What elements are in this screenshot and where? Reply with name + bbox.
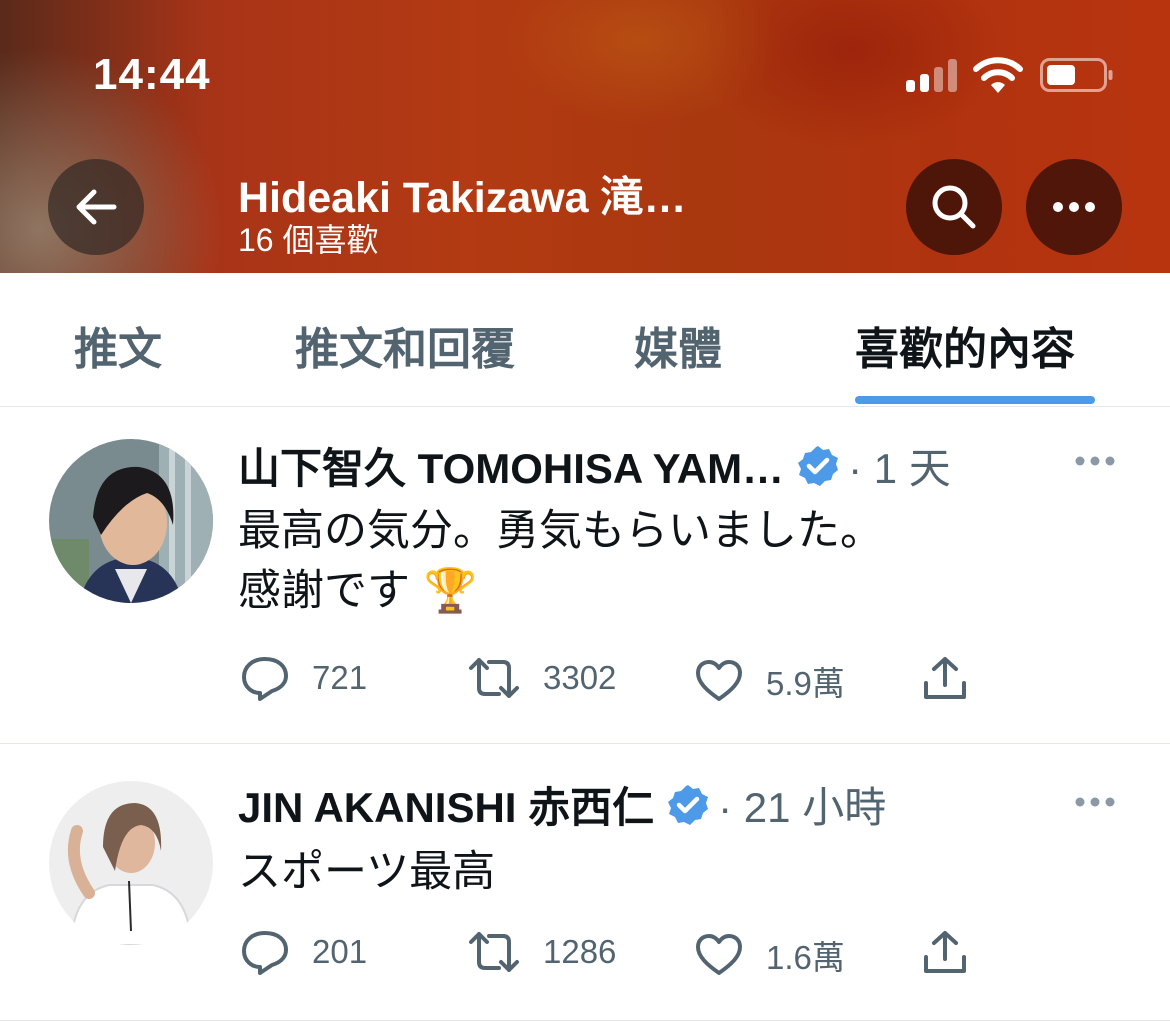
like-button[interactable]: 1.6萬 [694, 931, 845, 979]
status-time: 14:44 [93, 50, 211, 99]
share-button[interactable] [922, 929, 968, 975]
like-count: 1.6萬 [766, 939, 845, 976]
trophy-emoji: 🏆 [423, 566, 478, 616]
back-arrow-icon [76, 189, 117, 225]
cellular-signal-icon [906, 58, 958, 92]
retweet-icon [469, 658, 519, 698]
retweet-icon [469, 932, 519, 972]
author-name[interactable]: JIN AKANISHI 赤西仁 [238, 774, 654, 835]
reply-count: 721 [312, 659, 368, 696]
tab-tweets[interactable]: 推文 [74, 313, 162, 377]
retweet-count: 1286 [543, 933, 617, 970]
reply-count: 201 [312, 933, 368, 970]
tab-tweets-and-replies[interactable]: 推文和回覆 [295, 313, 515, 377]
retweet-count: 3302 [543, 659, 617, 696]
reply-button[interactable]: 201 [240, 929, 367, 975]
wifi-icon [973, 57, 1023, 93]
likes-count: 16 個喜歡 [238, 222, 379, 258]
tweet-time: · 21 小時 [718, 784, 887, 831]
verified-badge-icon [668, 784, 709, 825]
tweet-more-icon[interactable] [1074, 454, 1116, 468]
share-icon [924, 931, 966, 973]
author-name[interactable]: 山下智久 TOMOHISA YAM… [238, 435, 784, 496]
tweet-card[interactable]: JIN AKANISHI 赤西仁 · 21 小時 スポーツ最高 201 1286… [0, 744, 1170, 1021]
tweet-time: · 1 天 [848, 445, 951, 492]
tweet-author-line: JIN AKANISHI 赤西仁 · 21 小時 [238, 774, 886, 835]
search-icon [932, 185, 976, 229]
retweet-button[interactable]: 3302 [467, 656, 616, 700]
more-options-button[interactable] [1026, 159, 1122, 255]
profile-tabs: 推文 推文和回覆 媒體 喜歡的內容 [0, 273, 1170, 407]
retweet-button[interactable]: 1286 [467, 930, 616, 974]
active-tab-indicator [855, 396, 1095, 404]
search-button[interactable] [906, 159, 1002, 255]
avatar[interactable] [49, 781, 213, 945]
verified-badge-icon [798, 445, 839, 486]
tweet-more-icon[interactable] [1074, 795, 1116, 809]
reply-button[interactable]: 721 [240, 655, 367, 701]
like-button[interactable]: 5.9萬 [694, 657, 845, 705]
heart-icon [696, 934, 742, 975]
tab-likes[interactable]: 喜歡的內容 [855, 313, 1075, 377]
share-icon [924, 657, 966, 699]
avatar[interactable] [49, 439, 213, 603]
profile-header: 14:44 Hideaki Takizawa 滝… 16 個喜歡 [0, 0, 1170, 273]
tweet-author-line: 山下智久 TOMOHISA YAM… · 1 天 [238, 435, 951, 496]
reply-icon [242, 657, 288, 701]
like-count: 5.9萬 [766, 665, 845, 702]
heart-icon [696, 660, 742, 701]
reply-icon [242, 931, 288, 975]
more-dots-icon [1053, 202, 1095, 212]
tweet-card[interactable]: 山下智久 TOMOHISA YAM… · 1 天 最高の気分。勇気もらいました。… [0, 407, 1170, 744]
battery-icon [1040, 58, 1113, 92]
share-button[interactable] [922, 655, 968, 701]
tab-media[interactable]: 媒體 [634, 313, 722, 377]
tweet-text: スポーツ最高 [238, 847, 496, 897]
tweet-text: 最高の気分。勇気もらいました。 感謝です 🏆 [238, 506, 883, 616]
back-button[interactable] [48, 159, 144, 255]
